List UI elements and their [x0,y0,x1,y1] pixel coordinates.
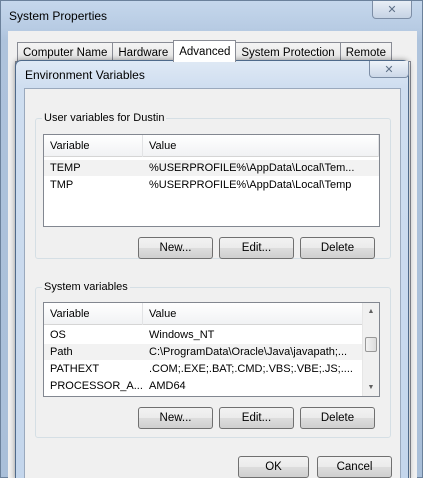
variable-name: PROCESSOR_A... [50,380,143,392]
column-header-variable[interactable]: Variable [44,135,143,157]
variable-name: TMP [50,179,74,191]
system-variables-label: System variables [42,281,130,293]
variable-value: C:\ProgramData\Oracle\Java\javapath;... [149,346,348,358]
tab-system-protection[interactable]: System Protection [235,42,341,62]
tab-strip: Computer Name Hardware Advanced System P… [17,40,392,62]
variable-name: TEMP [50,162,81,174]
dialog-title: Environment Variables [25,68,145,82]
list-item-pathext[interactable]: PATHEXT .COM;.EXE;.BAT;.CMD;.VBS;.VBE;.J… [44,361,363,377]
ok-button[interactable]: OK [238,456,309,478]
variable-value: %USERPROFILE%\AppData\Local\Tem... [149,162,355,174]
system-edit-button[interactable]: Edit... [219,407,294,429]
cancel-button[interactable]: Cancel [317,456,392,478]
user-delete-button[interactable]: Delete [300,237,375,259]
variable-value: AMD64 [149,380,186,392]
variable-name: PATHEXT [50,363,100,375]
variable-value: %USERPROFILE%\AppData\Local\Temp [149,179,352,191]
list-item-path[interactable]: Path C:\ProgramData\Oracle\Java\javapath… [44,344,363,360]
list-item-tmp[interactable]: TMP %USERPROFILE%\AppData\Local\Temp [44,177,379,193]
scroll-up-arrow-icon[interactable]: ▲ [363,303,379,320]
dialog-body: User variables for Dustin Variable Value… [24,88,401,478]
system-new-button[interactable]: New... [138,407,213,429]
tab-hardware[interactable]: Hardware [112,42,175,62]
list-item-temp[interactable]: TEMP %USERPROFILE%\AppData\Local\Tem... [44,160,379,176]
tab-remote[interactable]: Remote [339,42,392,62]
user-variables-label: User variables for Dustin [42,112,167,124]
variable-name: Path [50,346,73,358]
system-variables-group: System variables Variable Value OS Windo… [35,281,391,438]
column-header-value[interactable]: Value [143,135,379,157]
list-header: Variable Value [44,135,379,157]
user-new-button[interactable]: New... [138,237,213,259]
column-header-variable[interactable]: Variable [44,303,143,325]
user-variables-list[interactable]: Variable Value TEMP %USERPROFILE%\AppDat… [43,134,380,227]
system-variables-list[interactable]: Variable Value OS Windows_NT Path C:\Pro… [43,302,380,397]
scrollbar-thumb[interactable] [365,337,377,352]
tab-computer-name[interactable]: Computer Name [17,42,114,62]
column-header-value[interactable]: Value [143,303,363,325]
close-icon[interactable]: ✕ [372,1,412,19]
list-item-processor-architecture[interactable]: PROCESSOR_A... AMD64 [44,378,363,394]
user-edit-button[interactable]: Edit... [219,237,294,259]
variable-value: Windows_NT [149,329,215,341]
variable-value: .COM;.EXE;.BAT;.CMD;.VBS;.VBE;.JS;.... [149,363,353,375]
user-variables-group: User variables for Dustin Variable Value… [35,112,391,259]
environment-variables-dialog: Environment Variables ✕ User variables f… [15,60,409,478]
scroll-down-arrow-icon[interactable]: ▼ [363,379,379,396]
system-delete-button[interactable]: Delete [300,407,375,429]
vertical-scrollbar[interactable]: ▲ ▼ [362,303,379,396]
list-header: Variable Value [44,303,363,325]
close-icon[interactable]: ✕ [369,61,409,78]
window-title: System Properties [9,9,108,23]
list-item-os[interactable]: OS Windows_NT [44,327,363,343]
tab-advanced[interactable]: Advanced [173,40,237,62]
variable-name: OS [50,329,66,341]
